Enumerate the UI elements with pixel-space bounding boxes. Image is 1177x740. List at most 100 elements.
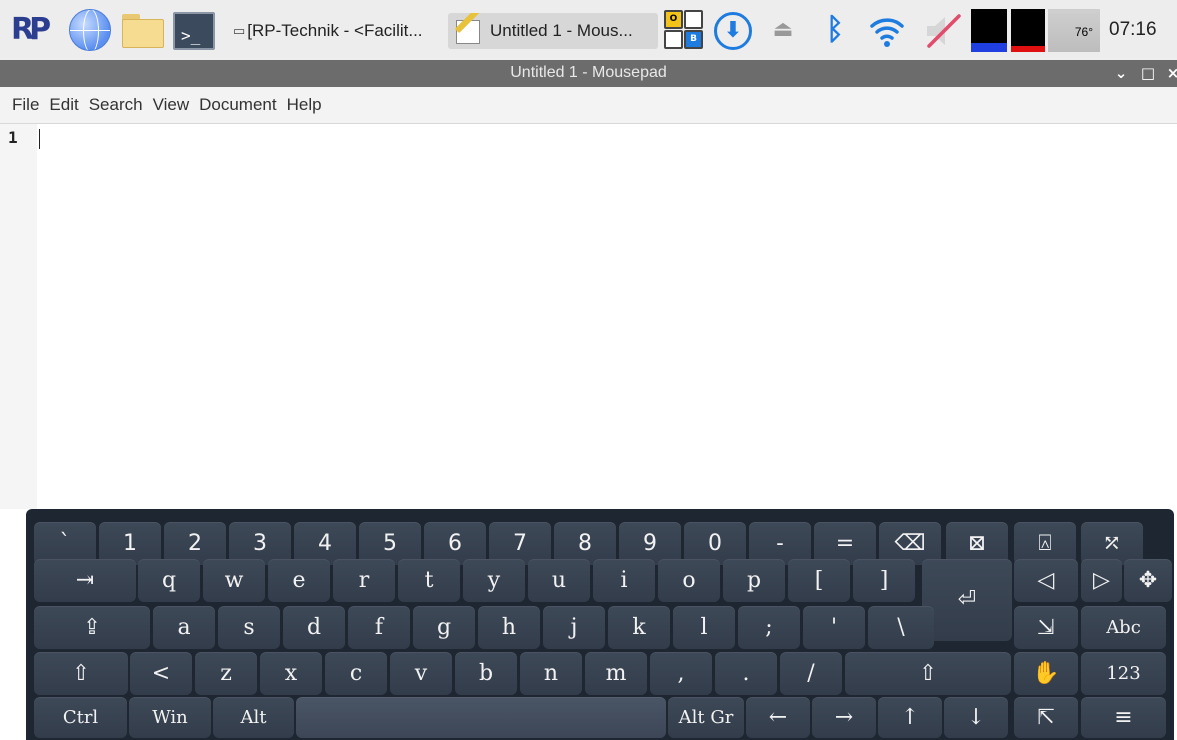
download-update-icon[interactable]: ⬇ (714, 12, 752, 50)
line-number: 1 (8, 128, 18, 147)
key-less-than[interactable]: < (130, 652, 192, 695)
key-w[interactable]: w (203, 559, 265, 602)
key-h[interactable]: h (478, 606, 540, 649)
memory-usage-fill (1011, 46, 1045, 52)
minimize-icon[interactable]: ⌄ (1111, 63, 1131, 83)
key-period[interactable]: . (715, 652, 777, 695)
right-shift-key[interactable]: ⇧ (845, 652, 1011, 695)
tray-square-o: O (664, 10, 683, 29)
taskbar-task-rp-technik[interactable]: ▭ [RP-Technik - <Facilit... (233, 13, 448, 49)
line-number-gutter: 1 (0, 124, 37, 509)
menu-view[interactable]: View (153, 95, 190, 115)
terminal-icon[interactable]: >_ (173, 12, 215, 50)
numeric-layout-key[interactable]: 123 (1081, 652, 1166, 695)
key-t[interactable]: t (398, 559, 460, 602)
text-caret (39, 129, 40, 149)
key-semicolon[interactable]: ; (738, 606, 800, 649)
clock[interactable]: 07:16 (1109, 15, 1175, 45)
abc-layout-key[interactable]: Abc (1081, 606, 1166, 649)
arrow-left-key[interactable]: ← (746, 697, 810, 738)
key-k[interactable]: k (608, 606, 670, 649)
pointer-drag-icon[interactable]: ⇲ (1014, 606, 1078, 649)
bluetooth-icon[interactable]: ᛒ (820, 12, 850, 48)
task-label: [RP-Technik - <Facilit... (247, 21, 423, 40)
key-o[interactable]: o (658, 559, 720, 602)
folder-body (122, 19, 164, 48)
task-label: Untitled 1 - Mous... (490, 21, 633, 40)
eject-icon[interactable]: ⏏ (770, 16, 796, 42)
win-key[interactable]: Win (129, 697, 211, 738)
tab-key[interactable]: ⇥ (34, 559, 136, 602)
left-shift-key[interactable]: ⇧ (34, 652, 128, 695)
hand-scroll-icon[interactable]: ✋ (1014, 652, 1078, 695)
key-f[interactable]: f (348, 606, 410, 649)
caps-lock-key[interactable]: ⇪ (34, 606, 150, 649)
key-left-bracket[interactable]: [ (788, 559, 850, 602)
menubar: File Edit Search View Document Help (0, 87, 1177, 124)
key-u[interactable]: u (528, 559, 590, 602)
key-r[interactable]: r (333, 559, 395, 602)
key-e[interactable]: e (268, 559, 330, 602)
key-v[interactable]: v (390, 652, 452, 695)
openbox-tray-icon[interactable]: O B (663, 8, 705, 52)
key-n[interactable]: n (520, 652, 582, 695)
file-manager-icon[interactable] (122, 14, 164, 48)
window-icon: ▭ (233, 23, 246, 38)
key-l[interactable]: l (673, 606, 735, 649)
arrow-down-key[interactable]: ↓ (944, 697, 1008, 738)
move-window-icon[interactable]: ✥ (1124, 559, 1172, 602)
key-p[interactable]: p (723, 559, 785, 602)
menu-edit[interactable]: Edit (49, 95, 78, 115)
key-comma[interactable]: , (650, 652, 712, 695)
alt-gr-key[interactable]: Alt Gr (668, 697, 744, 738)
taskbar-task-mousepad[interactable]: Untitled 1 - Mous... (448, 13, 658, 49)
key-backslash[interactable]: \ (868, 606, 934, 649)
key-i[interactable]: i (593, 559, 655, 602)
key-g[interactable]: g (413, 606, 475, 649)
key-z[interactable]: z (195, 652, 257, 695)
key-b[interactable]: b (455, 652, 517, 695)
menu-file[interactable]: File (12, 95, 39, 115)
arrow-up-key[interactable]: ↑ (878, 697, 942, 738)
window-title: Untitled 1 - Mousepad (510, 64, 667, 81)
window-titlebar[interactable]: Untitled 1 - Mousepad ⌄ □ × (0, 60, 1177, 87)
menu-help[interactable]: Help (287, 95, 322, 115)
pointer-icon[interactable]: ▷ (1081, 559, 1122, 602)
alt-key[interactable]: Alt (213, 697, 294, 738)
text-editor-area[interactable]: 1 (0, 124, 1177, 509)
key-y[interactable]: y (463, 559, 525, 602)
tray-square-b: B (684, 30, 703, 49)
key-a[interactable]: a (153, 606, 215, 649)
tray-square (664, 30, 683, 49)
key-c[interactable]: c (325, 652, 387, 695)
key-m[interactable]: m (585, 652, 647, 695)
temperature-monitor[interactable]: 76° (1048, 9, 1100, 52)
close-icon[interactable]: × (1166, 63, 1177, 83)
menu-search[interactable]: Search (89, 95, 143, 115)
cpu-monitor-graph[interactable] (971, 9, 1007, 52)
web-browser-icon[interactable] (69, 9, 111, 51)
pointer-left-icon[interactable]: ◁ (1014, 559, 1078, 602)
volume-muted-icon[interactable] (923, 12, 963, 50)
pointer-hover-icon[interactable]: ⇱ (1014, 697, 1078, 738)
key-q[interactable]: q (138, 559, 200, 602)
rp-logo-icon[interactable]: RP (11, 10, 51, 50)
enter-key[interactable]: ⏎ (922, 559, 1012, 641)
menu-document[interactable]: Document (199, 95, 276, 115)
key-apostrophe[interactable]: ' (803, 606, 865, 649)
taskbar: RP >_ ▭ [RP-Technik - <Facilit... Untitl… (0, 0, 1177, 60)
maximize-icon[interactable]: □ (1138, 63, 1158, 83)
menu-icon[interactable]: ≡ (1081, 697, 1166, 738)
arrow-right-key[interactable]: → (812, 697, 876, 738)
memory-monitor-graph[interactable] (1011, 9, 1045, 52)
space-key[interactable] (296, 697, 666, 738)
mousepad-icon (454, 13, 484, 46)
key-right-bracket[interactable]: ] (853, 559, 915, 602)
wifi-icon[interactable] (868, 12, 906, 50)
key-s[interactable]: s (218, 606, 280, 649)
key-slash[interactable]: / (780, 652, 842, 695)
ctrl-key[interactable]: Ctrl (34, 697, 127, 738)
key-x[interactable]: x (260, 652, 322, 695)
key-j[interactable]: j (543, 606, 605, 649)
key-d[interactable]: d (283, 606, 345, 649)
